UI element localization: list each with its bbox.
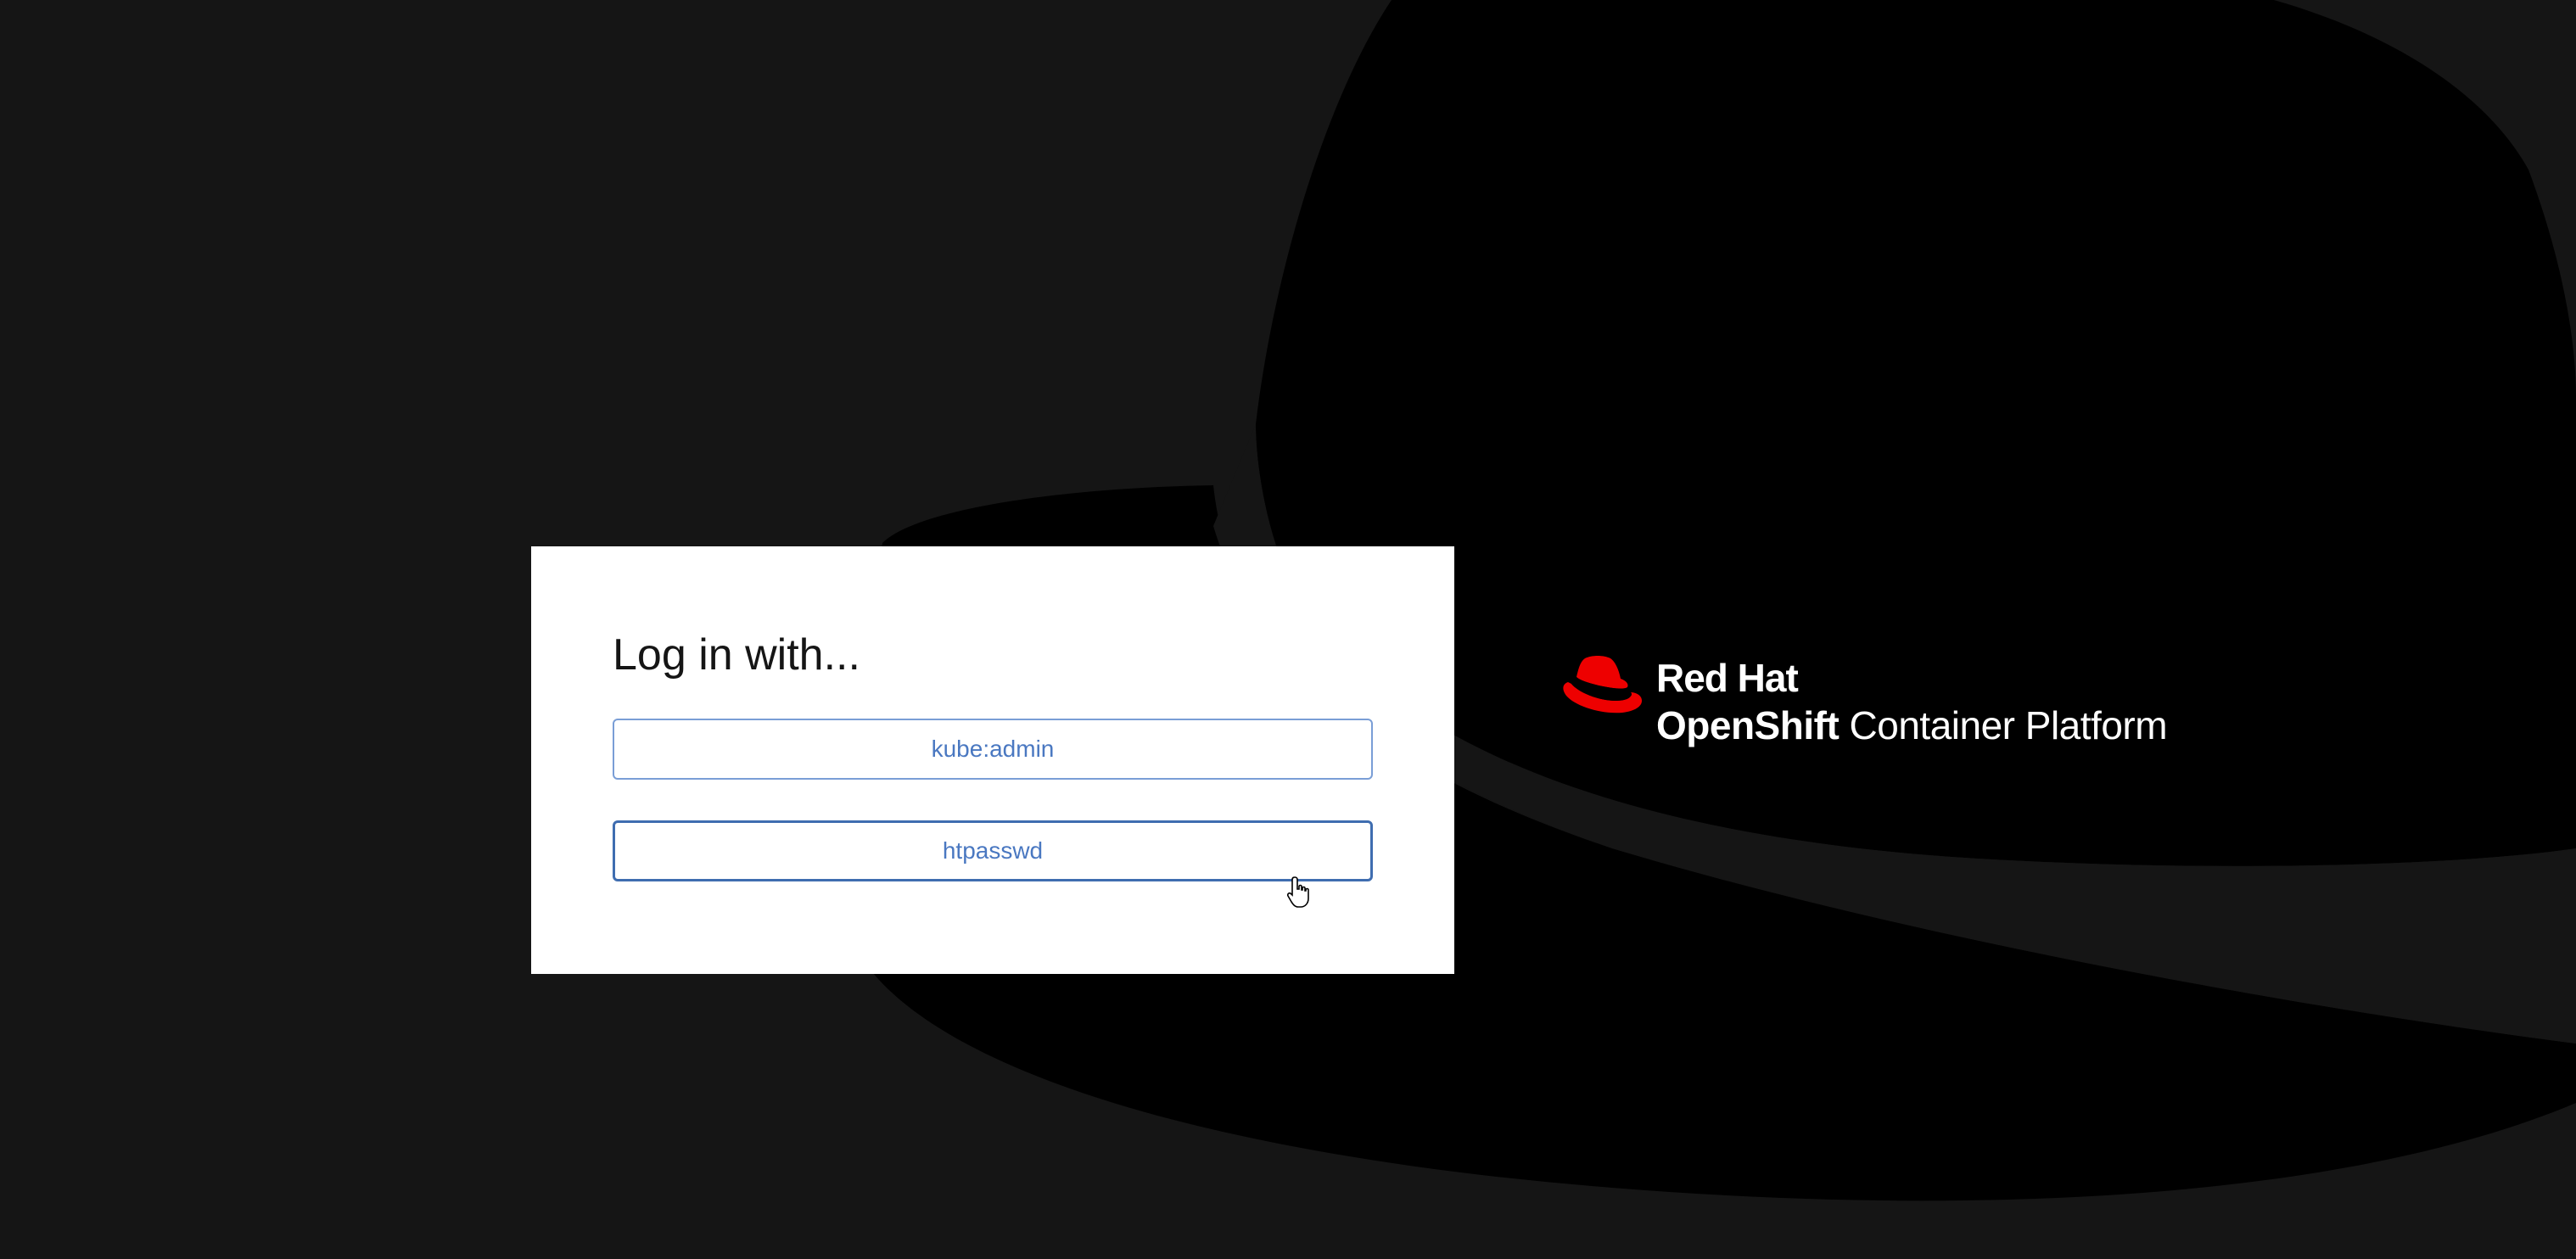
- brand-product-name: OpenShift Container Platform: [1656, 703, 2168, 747]
- red-hat-fedora-icon: [1563, 656, 1643, 713]
- brand-company-name: Red Hat: [1656, 656, 1799, 700]
- login-page: Log in with... kube:admin htpasswd Red H…: [0, 0, 2576, 1259]
- hand-pointer-icon: [1286, 876, 1309, 908]
- login-title: Log in with...: [613, 630, 860, 680]
- login-card: Log in with... kube:admin htpasswd: [531, 546, 1454, 974]
- htpasswd-login-button[interactable]: htpasswd: [613, 820, 1373, 882]
- kube-admin-login-button[interactable]: kube:admin: [613, 719, 1373, 781]
- brand-logo: Red Hat OpenShift Container Platform: [1560, 652, 2255, 762]
- brand-product-rest: Container Platform: [1839, 703, 2168, 747]
- brand-product-bold: OpenShift: [1656, 703, 1840, 747]
